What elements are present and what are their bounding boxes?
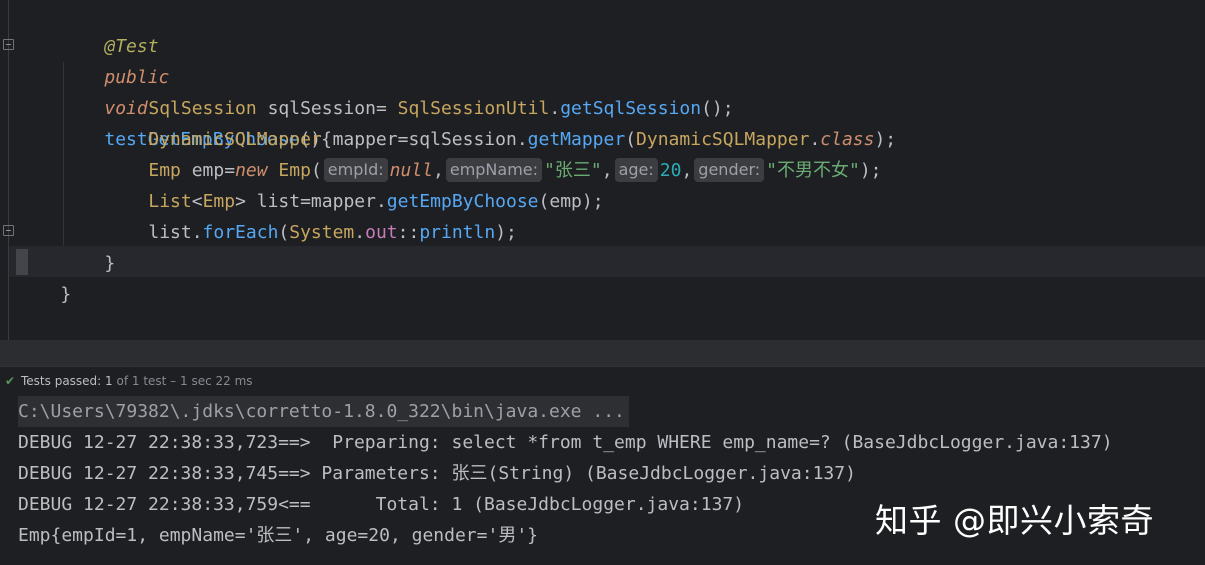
closing-brace: } bbox=[60, 284, 72, 305]
code-text: ( bbox=[278, 222, 290, 243]
current-line-highlight bbox=[9, 246, 1205, 277]
code-text: list. bbox=[148, 222, 203, 243]
code-line-6: List<Emp> list=mapper.getEmpByChoose(emp… bbox=[105, 155, 603, 212]
string-literal: "不男不女" bbox=[766, 160, 860, 181]
code-text: (emp); bbox=[538, 191, 604, 212]
number-literal: 20 bbox=[659, 160, 682, 181]
code-editor[interactable]: @Test public void testGetEmpByChoose(){ … bbox=[0, 0, 1205, 340]
fold-icon[interactable] bbox=[3, 225, 14, 236]
code-text: ); bbox=[859, 160, 882, 181]
console-command-line[interactable]: C:\Users\79382\.jdks\corretto-1.8.0_322\… bbox=[18, 396, 629, 427]
code-text: :: bbox=[397, 222, 420, 243]
tests-passed-text: Tests passed: 1 of 1 test – 1 sec 22 ms bbox=[21, 367, 253, 395]
closing-brace: } bbox=[104, 253, 116, 274]
code-line-5: Emp emp=new Emp(empId: null, empName: "张三",… bbox=[105, 124, 882, 182]
parameter-hint-gender: gender: bbox=[694, 158, 765, 182]
type-name[interactable]: System bbox=[289, 222, 354, 243]
console-line: DEBUG 12-27 22:38:33,745==> Parameters: … bbox=[18, 463, 856, 484]
field-name[interactable]: out bbox=[365, 222, 398, 243]
code-line-4: DynamicSQLMapper mapper=sqlSession.getMa… bbox=[105, 93, 896, 150]
code-text: , bbox=[681, 160, 693, 181]
code-text: . bbox=[354, 222, 366, 243]
panel-splitter[interactable] bbox=[0, 340, 1205, 366]
console-line: DEBUG 12-27 22:38:33,723==> Preparing: s… bbox=[18, 432, 1113, 453]
method-call[interactable]: println bbox=[419, 222, 495, 243]
test-status-bar: ✔ Tests passed: 1 of 1 test – 1 sec 22 m… bbox=[0, 366, 1205, 395]
code-line-3: SqlSession sqlSession= SqlSessionUtil.ge… bbox=[105, 62, 733, 119]
fold-icon[interactable] bbox=[3, 39, 14, 50]
code-line-9: } bbox=[17, 248, 71, 305]
code-line-2: public void testGetEmpByChoose(){ bbox=[61, 31, 332, 150]
code-line-1: @Test bbox=[61, 0, 158, 57]
code-line-8: } bbox=[61, 217, 115, 274]
watermark: 知乎 @即兴小索奇 bbox=[875, 501, 1154, 540]
tests-passed-detail: of 1 test – 1 sec 22 ms bbox=[112, 374, 253, 388]
console-line: DEBUG 12-27 22:38:33,759<== Total: 1 (Ba… bbox=[18, 494, 745, 515]
console-line: Emp{empId=1, empName='张三', age=20, gende… bbox=[18, 525, 538, 546]
check-icon: ✔ bbox=[5, 374, 16, 388]
method-call[interactable]: forEach bbox=[203, 222, 279, 243]
code-text: ); bbox=[495, 222, 517, 243]
gutter-divider bbox=[8, 0, 9, 340]
tests-passed-label: Tests passed: 1 bbox=[21, 374, 113, 388]
code-line-7: list.forEach(System.out::println); bbox=[105, 186, 517, 243]
parameter-hint-age: age: bbox=[614, 158, 658, 182]
